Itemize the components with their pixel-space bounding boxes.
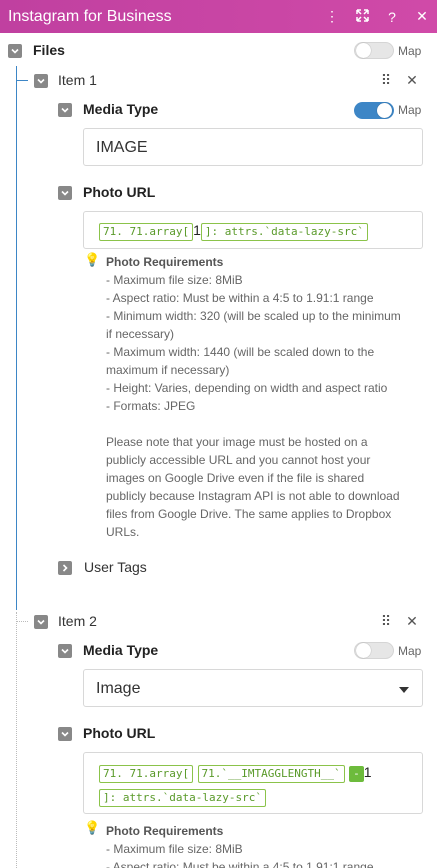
help-note-line: URLs. (106, 525, 140, 539)
files-map-toggle[interactable] (354, 42, 394, 59)
help-line: - Maximum file size: 8MiB (106, 273, 243, 287)
item-1-label: Item 1 (58, 72, 97, 88)
drag-handle-icon[interactable]: ⠿ (378, 613, 394, 630)
help-line: - Height: Varies, depending on width and… (106, 381, 388, 395)
media-type-1-input[interactable]: IMAGE (83, 128, 423, 166)
url-operator-token[interactable]: - (349, 766, 364, 782)
help-icon[interactable]: ? (377, 9, 407, 25)
help-line: maximum if necessary) (106, 363, 230, 377)
help-note-line: images on Google Drive even if the file … (106, 471, 365, 485)
help-note-line: publicly accessible URL and you cannot h… (106, 453, 371, 467)
caret-down-icon (398, 681, 410, 699)
url-token[interactable]: 71. 71.array[ (99, 223, 194, 241)
drag-handle-icon[interactable]: ⠿ (378, 72, 394, 89)
tree-branch (16, 80, 28, 81)
help-heading: Photo Requirements (106, 255, 224, 269)
photo-url-2-input[interactable]: 71. 71.array[ 71.`__IMTAGGLENGTH__` -1 ]… (83, 752, 423, 814)
close-icon[interactable]: ✕ (407, 8, 437, 25)
remove-item-1-icon[interactable]: ✕ (404, 72, 420, 89)
media-type-2-select[interactable]: Image (83, 669, 423, 707)
media-type-2-map-label: Map (398, 644, 422, 658)
tree-line (16, 66, 17, 610)
module-titlebar: Instagram for Business ⋮ ? ✕ (0, 0, 437, 33)
item-1-collapse-checkbox[interactable] (34, 74, 48, 88)
photo-url-1-collapse-checkbox[interactable] (58, 186, 72, 200)
photo-url-2-help: Photo Requirements - Maximum file size: … (106, 822, 428, 868)
help-line: - Maximum width: 1440 (will be scaled do… (106, 345, 375, 359)
item-2-collapse-checkbox[interactable] (34, 615, 48, 629)
media-type-2-value: Image (96, 680, 141, 697)
files-collapse-checkbox[interactable] (8, 44, 22, 58)
help-line: if necessary) (106, 327, 175, 341)
media-type-2-label: Media Type (83, 642, 159, 658)
help-note-line: files from Google Drive. The same applie… (106, 507, 392, 521)
module-title: Instagram for Business (8, 7, 172, 25)
media-type-1-value: IMAGE (96, 139, 148, 156)
user-tags-label[interactable]: User Tags (84, 559, 147, 575)
remove-item-2-icon[interactable]: ✕ (404, 613, 420, 630)
lightbulb-icon: 💡 (84, 820, 101, 835)
help-line: - Aspect ratio: Must be within a 4:5 to … (106, 860, 374, 868)
tree-line-dotted (16, 612, 17, 868)
media-type-1-map-toggle[interactable] (354, 102, 394, 119)
help-heading: Photo Requirements (106, 824, 224, 838)
url-token[interactable]: ]: attrs.`data-lazy-src` (99, 789, 266, 807)
photo-url-1-label: Photo URL (83, 184, 156, 200)
media-type-1-map-label: Map (398, 103, 422, 117)
expand-icon[interactable] (347, 8, 377, 25)
media-type-1-collapse-checkbox[interactable] (58, 103, 72, 117)
photo-url-1-help: Photo Requirements - Maximum file size: … (106, 253, 428, 541)
photo-url-2-label: Photo URL (83, 725, 156, 741)
url-token[interactable]: 71. 71.array[ (99, 765, 194, 783)
url-token[interactable]: ]: attrs.`data-lazy-src` (200, 223, 368, 241)
help-line: - Minimum width: 320 (will be scaled up … (106, 309, 401, 323)
photo-url-1-input[interactable]: 71. 71.array[1]: attrs.`data-lazy-src` (83, 211, 423, 249)
help-line: - Aspect ratio: Must be within a 4:5 to … (106, 291, 374, 305)
item-2-label: Item 2 (58, 613, 97, 629)
photo-url-2-collapse-checkbox[interactable] (58, 727, 72, 741)
lightbulb-icon: 💡 (84, 252, 101, 267)
help-line: - Maximum file size: 8MiB (106, 842, 243, 856)
media-type-1-label: Media Type (83, 101, 159, 117)
media-type-2-collapse-checkbox[interactable] (58, 644, 72, 658)
help-note-line: publicly because Instagram API is not ab… (106, 489, 400, 503)
media-type-2-map-toggle[interactable] (354, 642, 394, 659)
tree-branch-dotted (16, 621, 28, 622)
files-label: Files (33, 42, 65, 58)
url-text: 1 (193, 222, 201, 238)
user-tags-expand-checkbox[interactable] (58, 561, 72, 575)
files-map-label: Map (398, 44, 422, 58)
url-token[interactable]: 71.`__IMTAGGLENGTH__` (197, 765, 345, 783)
url-text: 1 (363, 764, 372, 780)
help-note-line: Please note that your image must be host… (106, 435, 368, 449)
help-line: - Formats: JPEG (106, 399, 196, 413)
more-vert-icon[interactable]: ⋮ (317, 8, 347, 25)
